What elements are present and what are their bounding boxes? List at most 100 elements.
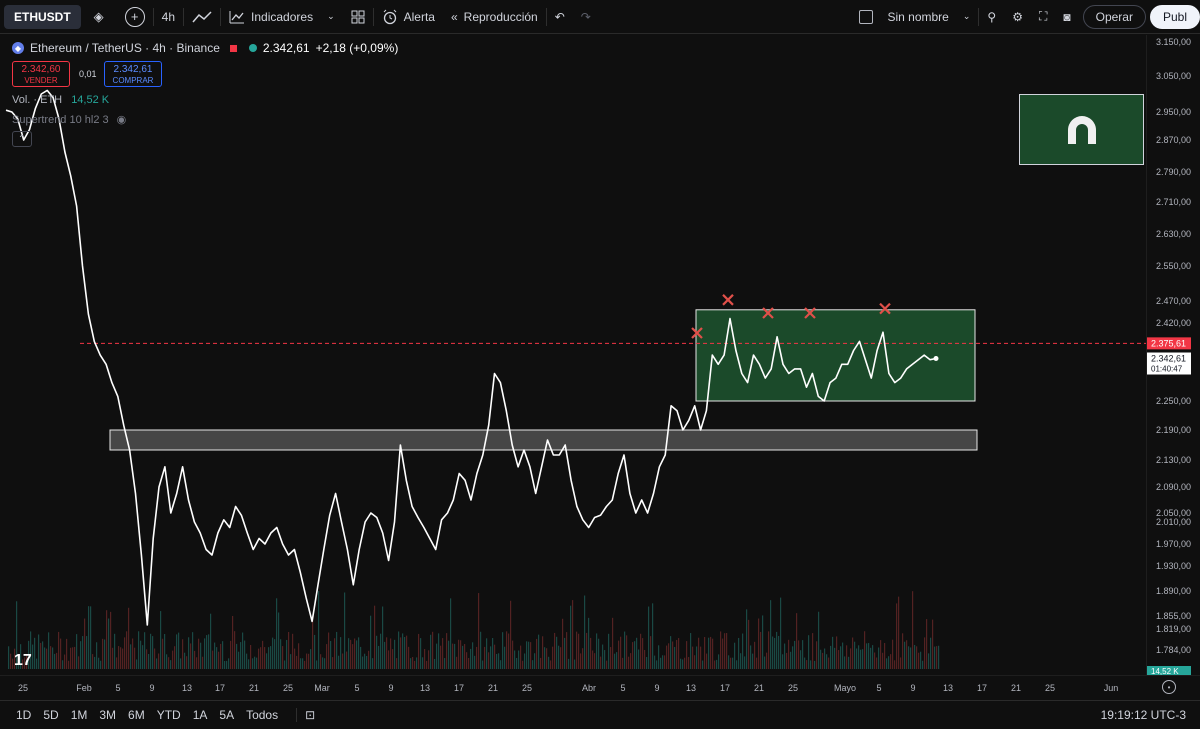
volume-bar (264, 647, 266, 669)
redo-button[interactable]: ↷ (573, 0, 599, 34)
volume-bar (144, 632, 146, 669)
volume-bar (302, 658, 304, 669)
peak-x-marker (722, 294, 734, 306)
volume-bar (296, 655, 298, 669)
volume-bar (196, 657, 198, 669)
volume-bar (898, 596, 900, 669)
range-5d[interactable]: 5D (37, 708, 64, 722)
indicator-legend[interactable]: Supertrend 10 hl2 3 ◉ (12, 113, 127, 127)
volume-bar (692, 646, 694, 669)
volume-bar (178, 632, 180, 669)
volume-bar (174, 646, 176, 669)
buy-button[interactable]: 2.342,61 COMPRAR (104, 61, 162, 87)
trade-button[interactable]: Operar (1082, 4, 1146, 29)
volume-bar (48, 632, 50, 669)
volume-bar (886, 658, 888, 669)
settings-button[interactable]: ⚙ (1004, 0, 1031, 34)
volume-bar (508, 633, 510, 669)
sell-button[interactable]: 2.342,60 VENDER (12, 61, 70, 87)
collapse-legend-button[interactable]: ⌃ (12, 131, 32, 147)
range-1a[interactable]: 1A (187, 708, 214, 722)
price-tick-label: 2.550,00 (1156, 261, 1191, 271)
volume-bar (100, 660, 102, 669)
volume-bar (664, 655, 666, 669)
volume-bar (852, 637, 854, 669)
price-axis[interactable]: 3.150,00 3.050,00 2.950,00 2.870,00 2.790,00… (1146, 35, 1200, 677)
time-axis[interactable]: 25 Feb 5 9 13 17 21 25 Mar 5 9 13 17 21 25 Abr 5 9 13 17 21 2… (0, 675, 1200, 699)
range-1m[interactable]: 1M (65, 708, 94, 722)
volume-bar (808, 635, 810, 669)
volume-bar (330, 641, 332, 669)
tradingview-logo[interactable]: 17 (14, 652, 32, 670)
volume-bar (276, 598, 278, 669)
range-todos[interactable]: Todos (240, 708, 284, 722)
interval-button[interactable]: 4h (154, 0, 183, 34)
volume-value: 14,52 K (71, 94, 110, 106)
chart-pane[interactable] (0, 35, 1146, 675)
volume-bar (774, 637, 776, 669)
volume-bar (374, 605, 376, 669)
range-list: 1D 5D 1M 3M 6M YTD 1A 5A Todos (10, 708, 284, 722)
volume-bar (930, 637, 932, 669)
grid-icon (351, 10, 365, 23)
volume-bar (346, 651, 348, 669)
range-3m[interactable]: 3M (93, 708, 122, 722)
alert-button[interactable]: Alerta (374, 0, 443, 34)
volume-bar (816, 641, 818, 669)
eye-hidden-icon[interactable]: ◉ (117, 113, 127, 126)
volume-bar (140, 640, 142, 669)
volume-legend[interactable]: Vol. · ETH 14,52 K (12, 94, 109, 106)
layout-name-button[interactable]: Sin nombre ⌄ (851, 0, 978, 34)
volume-bar (624, 631, 626, 669)
undo-button[interactable]: ↶ (547, 0, 573, 34)
volume-bar (688, 657, 690, 669)
symbol-eye-button[interactable]: ◈ (81, 0, 117, 34)
volume-bar (124, 637, 126, 669)
symbol-search-button[interactable]: ETHUSDT (4, 4, 81, 29)
volume-bar (414, 660, 416, 669)
volume-bar (54, 653, 56, 669)
undo-icon: ↶ (554, 9, 565, 24)
top-toolbar: ETHUSDT ◈ + 4h Indicadores ⌄ Alerta « Re… (0, 0, 1200, 34)
publish-button[interactable]: Publ (1149, 4, 1200, 29)
chart-type-button[interactable] (184, 0, 220, 34)
volume-bar (362, 656, 364, 669)
range-ytd[interactable]: YTD (151, 708, 187, 722)
volume-bar (160, 611, 162, 669)
symbol-title[interactable]: Ethereum / TetherUS · 4h · Binance (30, 41, 220, 55)
time-tick-label: 25 (521, 683, 533, 693)
volume-bar (310, 649, 312, 669)
templates-button[interactable] (343, 0, 373, 34)
volume-bar (454, 643, 456, 669)
range-5a[interactable]: 5A (213, 708, 240, 722)
volume-bar (548, 656, 550, 669)
volume-bar (920, 651, 922, 669)
indicators-button[interactable]: Indicadores ⌄ (221, 0, 343, 34)
fullscreen-button[interactable]: ⛶ (1031, 0, 1055, 34)
volume-bar (620, 636, 622, 669)
volume-bar (480, 631, 482, 669)
snapshot-button[interactable]: ◙ (1055, 0, 1078, 34)
volume-bar (650, 636, 652, 669)
compare-symbol-button[interactable]: + (117, 0, 153, 34)
volume-bar (544, 647, 546, 669)
volume-bar (586, 632, 588, 669)
price-axis-svg: 3.150,00 3.050,00 2.950,00 2.870,00 2.790,00… (1147, 37, 1191, 677)
replay-button[interactable]: « Reproducción (443, 0, 546, 34)
date-range-button[interactable]: ⊡ (296, 708, 323, 722)
range-6m[interactable]: 6M (122, 708, 151, 722)
range-1d[interactable]: 1D (10, 708, 37, 722)
volume-bar (436, 643, 438, 669)
timezone-clock[interactable]: 19:19:12 UTC-3 (1101, 708, 1186, 722)
quick-search-button[interactable]: ⚲ (979, 0, 1004, 34)
price-chart[interactable] (0, 35, 1146, 675)
volume-bar (490, 646, 492, 669)
volume-bar (364, 653, 366, 669)
volume-bar (532, 660, 534, 669)
axis-settings-button[interactable]: • (1162, 680, 1176, 694)
volume-bar (572, 600, 574, 669)
volume-bar (492, 637, 494, 669)
volume-bar (906, 640, 908, 669)
volume-bar (420, 638, 422, 669)
volume-bar (682, 659, 684, 669)
